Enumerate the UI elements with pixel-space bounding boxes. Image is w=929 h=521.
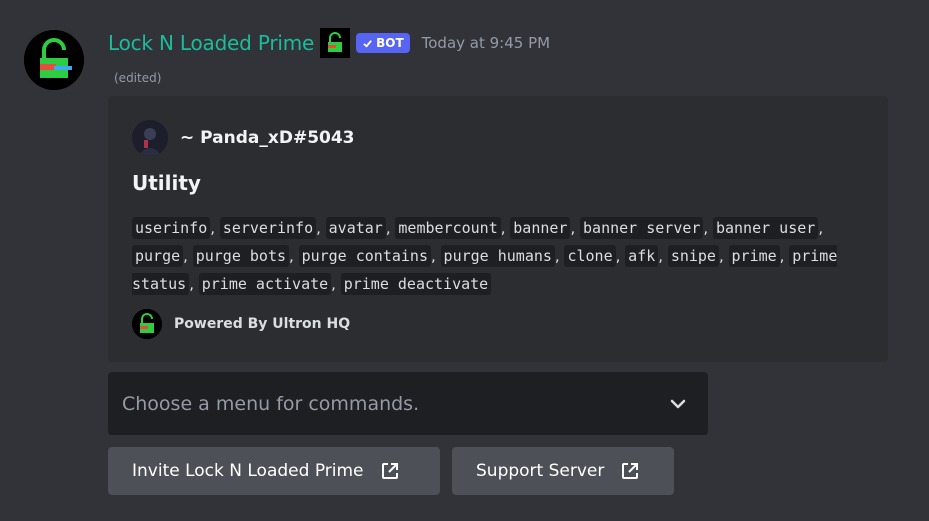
embed-footer-text: Powered By Ultron HQ	[174, 316, 351, 332]
command-code: prime activate	[198, 273, 332, 295]
select-placeholder: Choose a menu for commands.	[122, 392, 420, 415]
checkmark-icon	[363, 39, 372, 48]
command-code: snipe	[667, 245, 719, 267]
embed-title: Utility	[132, 171, 201, 195]
embed-card: ~ Panda_xD#5043 Utility userinfo, server…	[108, 96, 888, 362]
edited-label: (edited)	[114, 71, 162, 85]
invite-bot-button[interactable]: Invite Lock N Loaded Prime	[108, 447, 440, 495]
command-code: avatar	[325, 217, 386, 239]
footer-lock-icon	[132, 309, 162, 339]
external-link-icon	[381, 463, 398, 479]
command-code: purge bots	[192, 245, 290, 267]
bot-avatar[interactable]	[24, 30, 84, 90]
embed-author-name[interactable]: ~ Panda_xD#5043	[180, 128, 355, 148]
support-server-button-label: Support Server	[476, 461, 605, 481]
invite-bot-button-label: Invite Lock N Loaded Prime	[132, 461, 364, 481]
command-code: prime	[728, 245, 780, 267]
bot-badge-label: BOT	[376, 36, 404, 50]
command-code: purge contains	[298, 245, 431, 267]
command-code: purge	[132, 245, 184, 267]
command-code: banner user	[712, 217, 819, 239]
bot-username[interactable]: Lock N Loaded Prime	[108, 31, 314, 55]
embed-author: ~ Panda_xD#5043	[132, 120, 355, 156]
command-code: membercount	[395, 217, 501, 239]
lock-logo-icon	[24, 30, 84, 90]
command-code: afk	[625, 245, 659, 267]
message-header: Lock N Loaded Prime BOT Today at 9:45 PM	[108, 28, 551, 58]
chevron-down-icon	[670, 399, 686, 408]
command-code: banner server	[580, 217, 704, 239]
command-select-menu[interactable]: Choose a menu for commands.	[108, 372, 708, 435]
bot-badge: BOT	[356, 33, 410, 53]
author-avatar	[132, 120, 168, 156]
command-code: serverinfo	[219, 217, 317, 239]
command-code: userinfo	[132, 217, 211, 239]
command-list: userinfo, serverinfo, avatar, membercoun…	[132, 217, 838, 295]
command-code: purge humans	[440, 245, 555, 267]
command-code: prime deactivate	[340, 273, 492, 295]
support-server-button[interactable]: Support Server	[452, 447, 674, 495]
command-code: clone	[564, 245, 616, 267]
embed-footer: Powered By Ultron HQ	[132, 309, 350, 339]
external-link-icon	[622, 463, 639, 479]
message-timestamp: Today at 9:45 PM	[421, 34, 551, 52]
lock-badge-icon	[320, 28, 351, 58]
command-code: banner	[510, 217, 571, 239]
